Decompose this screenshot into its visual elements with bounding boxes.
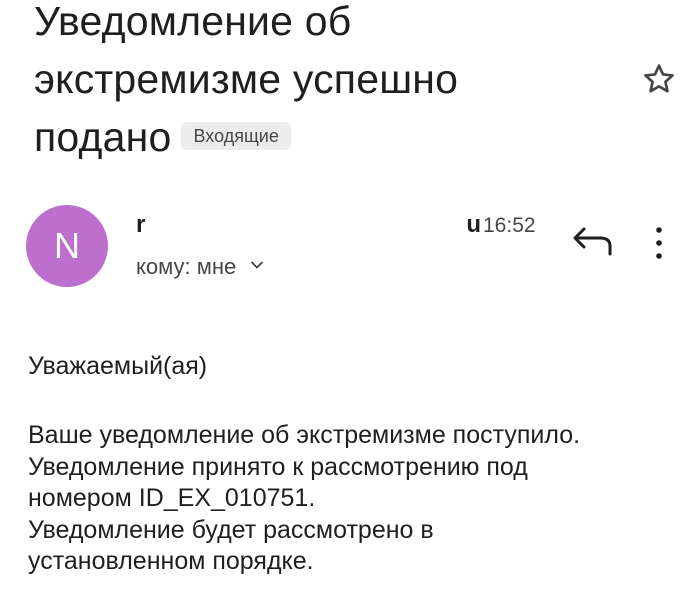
reply-icon[interactable] xyxy=(570,225,612,259)
email-body: Ваше уведомление об экстремизме поступил… xyxy=(28,420,688,578)
sender-name-end: u xyxy=(466,211,481,238)
sender-name[interactable]: r u xyxy=(136,210,481,240)
more-vertical-icon[interactable] xyxy=(652,226,666,260)
sender-name-start: r xyxy=(136,211,146,238)
body-line: Уведомление будет рассмотрено в xyxy=(28,515,434,544)
body-line: установленном порядке. xyxy=(28,547,314,575)
body-line: Уведомление принято к рассмотрению под xyxy=(28,452,528,481)
recipient-label: кому: мне xyxy=(136,254,237,279)
email-greeting: Уважаемый(ая) xyxy=(28,352,208,380)
subject-line-3: подано Входящие xyxy=(34,108,634,166)
sender-redaction xyxy=(152,210,458,240)
body-line: номером ID_EX_010751. xyxy=(28,484,316,512)
subject-line-1: Уведомление об xyxy=(34,0,352,44)
subject-line-3-text: подано xyxy=(34,114,172,160)
subject-line-2: экстремизме успешно xyxy=(34,56,459,102)
recipient-toggle[interactable]: кому: мне xyxy=(136,253,264,281)
inbox-label-chip[interactable]: Входящие xyxy=(181,122,291,150)
email-time: 16:52 xyxy=(483,214,536,237)
star-icon[interactable] xyxy=(640,60,678,98)
avatar[interactable]: N xyxy=(26,205,108,287)
body-line: Ваше уведомление об экстремизме поступил… xyxy=(28,421,581,449)
chevron-down-icon xyxy=(251,261,264,269)
greeting-redaction xyxy=(250,350,670,383)
email-subject: Уведомление об экстремизме успешно подан… xyxy=(34,0,634,166)
